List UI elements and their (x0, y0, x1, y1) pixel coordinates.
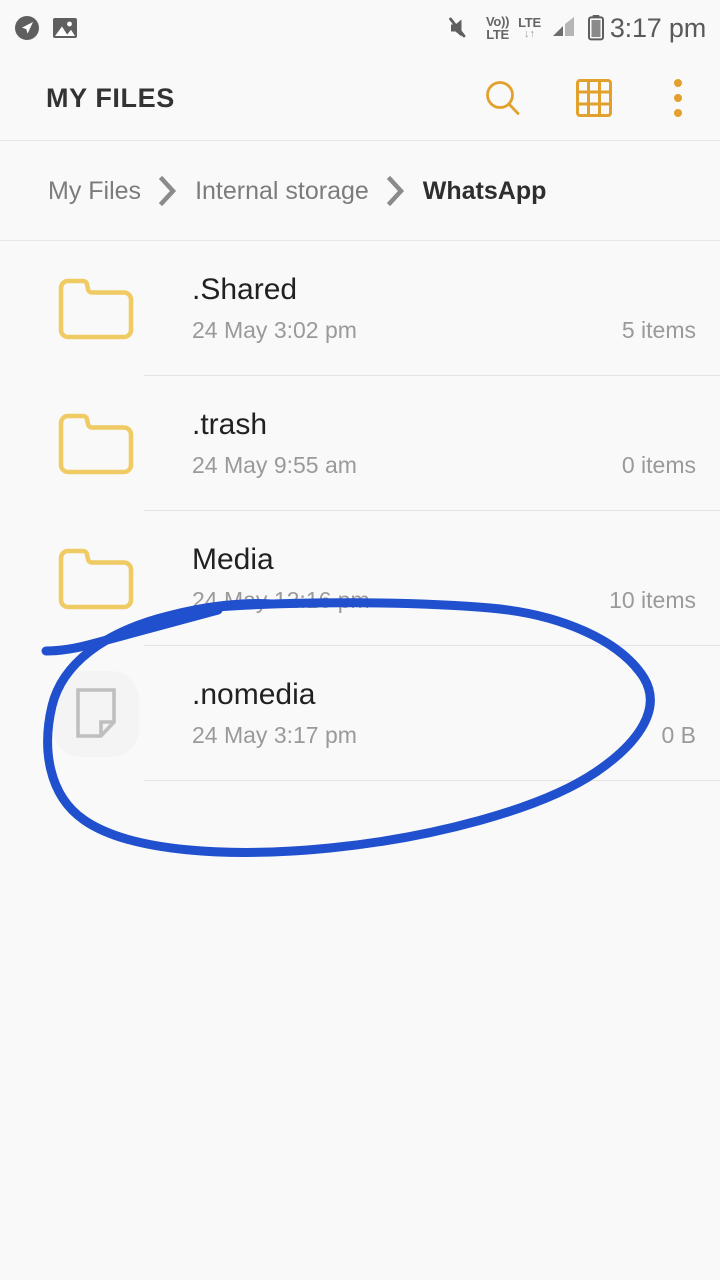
file-meta: 24 May 12:16 pm 10 items (192, 587, 696, 614)
list-item[interactable]: .nomedia 24 May 3:17 pm 0 B (0, 646, 720, 781)
status-bar: Vo)) LTE LTE ↓↑ 3:17 pm (0, 0, 720, 56)
file-document-icon (48, 666, 144, 762)
page-title: MY FILES (46, 82, 175, 113)
list-item[interactable]: .trash 24 May 9:55 am 0 items (0, 376, 720, 511)
search-icon[interactable] (482, 77, 524, 119)
file-meta: 24 May 9:55 am 0 items (192, 452, 696, 479)
file-size: 10 items (609, 586, 696, 613)
file-name: .nomedia (192, 678, 316, 712)
chevron-right-icon (157, 174, 179, 208)
lte-data-icon: LTE ↓↑ (518, 16, 541, 40)
breadcrumb-item-my-files[interactable]: My Files (48, 177, 141, 206)
list-item-body: .Shared 24 May 3:02 pm 5 items (144, 241, 720, 376)
file-icon-background (53, 670, 139, 757)
file-size: 0 items (621, 451, 696, 478)
data-arrows: ↓↑ (523, 28, 535, 40)
gallery-image-icon (52, 16, 78, 40)
folder-icon (48, 531, 144, 627)
file-date: 24 May 3:02 pm (192, 316, 357, 343)
list-item[interactable]: .Shared 24 May 3:02 pm 5 items (0, 241, 720, 376)
volte-icon: Vo)) LTE (486, 15, 509, 41)
status-bar-left-icons (14, 15, 78, 41)
chevron-right-icon-2 (385, 174, 407, 208)
file-size: 0 B (661, 721, 696, 748)
breadcrumb: My Files Internal storage WhatsApp (0, 142, 720, 241)
file-date: 24 May 3:17 pm (192, 721, 357, 748)
my-files-screen: Vo)) LTE LTE ↓↑ 3:17 pm MY FILES My File… (0, 0, 720, 1280)
breadcrumb-item-internal-storage[interactable]: Internal storage (195, 177, 369, 206)
grid-view-icon[interactable] (574, 77, 614, 119)
app-bar: MY FILES (0, 56, 720, 141)
file-date: 24 May 9:55 am (192, 451, 357, 478)
file-date: 24 May 12:16 pm (192, 586, 370, 613)
folder-icon (48, 261, 144, 357)
kebab-dot-3 (674, 109, 682, 117)
more-options-icon[interactable] (664, 73, 692, 123)
mute-icon (447, 15, 477, 41)
file-meta: 24 May 3:17 pm 0 B (192, 722, 696, 749)
file-name: Media (192, 543, 274, 577)
battery-icon (587, 14, 605, 42)
file-size: 5 items (621, 316, 696, 343)
status-bar-clock: 3:17 pm (609, 12, 706, 43)
location-arrow-icon (14, 15, 40, 41)
file-list: .Shared 24 May 3:02 pm 5 items .trash 24… (0, 241, 720, 781)
list-item-body: .trash 24 May 9:55 am 0 items (144, 376, 720, 511)
signal-bars-icon (550, 15, 578, 41)
kebab-dot-2 (674, 94, 682, 102)
file-meta: 24 May 3:02 pm 5 items (192, 317, 696, 344)
list-item[interactable]: Media 24 May 12:16 pm 10 items (0, 511, 720, 646)
volte-line2: LTE (486, 27, 509, 42)
breadcrumb-item-whatsapp[interactable]: WhatsApp (423, 177, 547, 206)
app-bar-actions (482, 73, 692, 123)
file-name: .trash (192, 408, 268, 442)
file-name: .Shared (192, 273, 298, 307)
kebab-dot-1 (674, 79, 682, 87)
folder-icon (48, 396, 144, 492)
list-item-body: .nomedia 24 May 3:17 pm 0 B (144, 646, 720, 781)
status-bar-right-icons: Vo)) LTE LTE ↓↑ (447, 14, 605, 42)
list-item-body: Media 24 May 12:16 pm 10 items (144, 511, 720, 646)
